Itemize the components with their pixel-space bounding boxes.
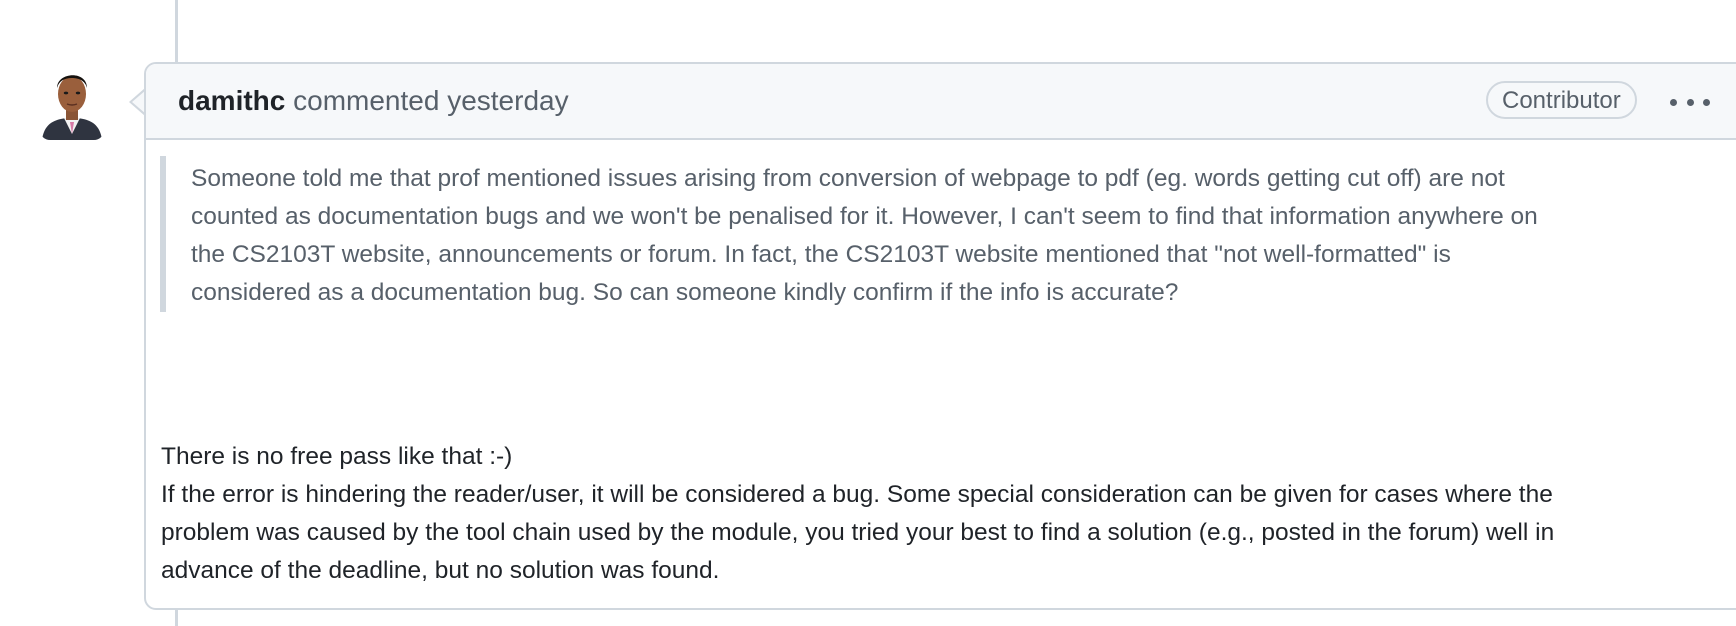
comment-header-text: damithc commented yesterday (178, 64, 569, 138)
kebab-horizontal-icon[interactable] (1670, 90, 1710, 114)
issue-timeline: damithc commented yesterday Contributor … (0, 0, 1736, 626)
kebab-dot (1686, 98, 1694, 106)
kebab-dot (1703, 98, 1710, 106)
comment-action: commented yesterday (293, 85, 569, 116)
comment-card: damithc commented yesterday Contributor … (144, 62, 1736, 610)
comment-body: There is no free pass like that :-) If t… (161, 438, 1571, 590)
contributor-badge: Contributor (1486, 81, 1637, 119)
kebab-dot (1670, 98, 1677, 106)
quoted-text: Someone told me that prof mentioned issu… (160, 156, 1550, 312)
user-avatar-icon[interactable] (40, 64, 104, 140)
author-link[interactable]: damithc (178, 85, 285, 116)
reply-line-2: If the error is hindering the reader/use… (161, 481, 1555, 584)
comment-header: damithc commented yesterday Contributor (146, 64, 1736, 140)
quote-paragraph: Someone told me that prof mentioned issu… (191, 165, 1538, 306)
reply-line-1: There is no free pass like that :-) (161, 443, 513, 470)
